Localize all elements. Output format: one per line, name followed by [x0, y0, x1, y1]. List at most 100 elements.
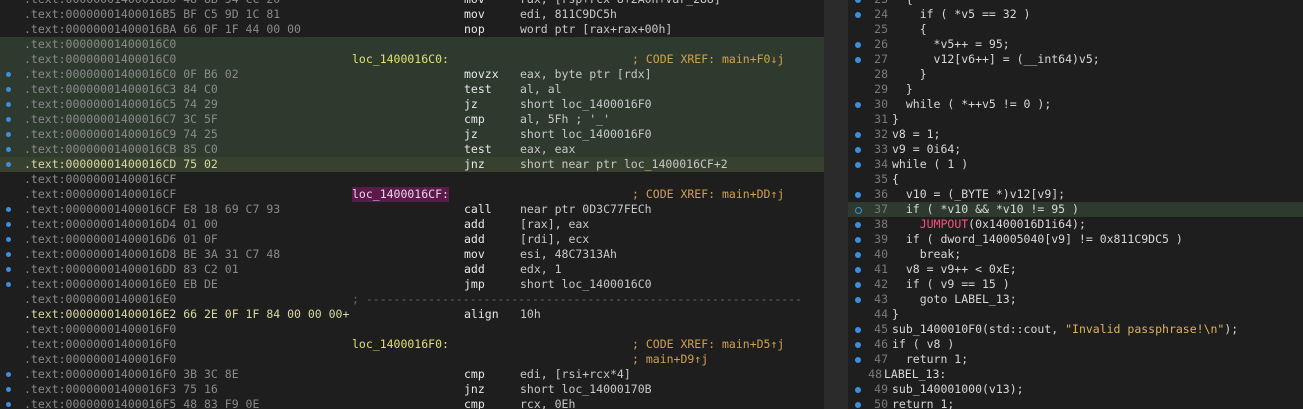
pseudocode-line[interactable]: 44}	[848, 307, 1303, 322]
operands[interactable]: [rax], eax	[520, 217, 589, 232]
mnemonic[interactable]: nop	[464, 22, 485, 37]
disasm-line[interactable]: .text:00000001400016C9 74 25 jz short loc_…	[0, 127, 824, 142]
mnemonic[interactable]: call	[464, 202, 492, 217]
mnemonic[interactable]: mov	[464, 7, 485, 22]
code-text[interactable]: if ( v9 == 15 )	[892, 277, 1010, 292]
mnemonic[interactable]: jmp	[464, 277, 485, 292]
pseudocode-line[interactable]: 47 return 1;	[848, 352, 1303, 367]
breakpoint-dot-icon[interactable]	[855, 162, 861, 168]
breakpoint-dot-icon[interactable]	[855, 102, 861, 108]
mnemonic[interactable]: jnz	[464, 382, 485, 397]
breakpoint-dot-icon[interactable]	[855, 267, 861, 273]
code-text[interactable]: {	[892, 22, 927, 37]
pseudocode-line[interactable]: 28 }	[848, 67, 1303, 82]
operands[interactable]: edi, 811C9DC5h	[520, 7, 617, 22]
pseudocode-line[interactable]: 45 sub_1400010F0(std::cout, "Invalid pass…	[848, 322, 1303, 337]
mnemonic[interactable]: jz	[464, 97, 478, 112]
operands[interactable]: 10h	[520, 307, 541, 322]
breakpoint-dot-icon[interactable]	[6, 372, 11, 377]
pseudocode-line[interactable]: 32 v8 = 1;	[848, 127, 1303, 142]
operands[interactable]: esi, 48C7313Ah	[520, 247, 617, 262]
breakpoint-dot-icon[interactable]	[855, 237, 861, 243]
breakpoint-dot-icon[interactable]	[855, 207, 862, 214]
pseudocode-line[interactable]: 23 {	[848, 0, 1303, 7]
code-text[interactable]: v8 = 1;	[892, 127, 940, 142]
pseudocode-line[interactable]: 39 if ( dword_140005040[v9] != 0x811C9DC…	[848, 232, 1303, 247]
pseudocode-view[interactable]: 23 {24 if ( *v5 == 32 )25 {26 *v5++ = 95…	[848, 0, 1303, 409]
mnemonic[interactable]: test	[464, 142, 492, 157]
operands[interactable]: edx, 1	[520, 262, 562, 277]
breakpoint-dot-icon[interactable]	[855, 192, 861, 198]
xref-comment[interactable]: ; CODE XREF: main+F0↓j	[632, 52, 784, 67]
code-text[interactable]: }	[892, 307, 899, 322]
pseudocode-line[interactable]: 33 v9 = 0i64;	[848, 142, 1303, 157]
breakpoint-dot-icon[interactable]	[855, 132, 861, 138]
xref-comment[interactable]: ; CODE XREF: main+D5↑j	[632, 337, 784, 352]
pseudocode-line[interactable]: 24 if ( *v5 == 32 )	[848, 7, 1303, 22]
disasm-line[interactable]: .text:00000001400016BA 66 0F 1F 44 00 00…	[0, 22, 824, 37]
operands[interactable]: rax, [rsp+rcx*8+2A0h+var_288]	[520, 0, 721, 7]
mnemonic[interactable]: movzx	[464, 67, 499, 82]
disasm-line[interactable]: .text:00000001400016CD 75 02 jnz short nea…	[0, 157, 824, 172]
mnemonic[interactable]: jnz	[464, 157, 485, 172]
operands[interactable]: short loc_1400016C0	[520, 277, 652, 292]
breakpoint-dot-icon[interactable]	[6, 162, 11, 167]
code-text[interactable]: {	[892, 0, 913, 7]
breakpoint-dot-icon[interactable]	[855, 57, 861, 63]
code-text[interactable]: sub_1400010F0(std::cout, "Invalid passph…	[892, 322, 1238, 337]
code-text[interactable]: *v5++ = 95;	[892, 37, 1010, 52]
pseudocode-line[interactable]: 43 goto LABEL_13;	[848, 292, 1303, 307]
disasm-line[interactable]: .text:00000001400016F0 loc_1400016F0: ; CO…	[0, 337, 824, 352]
breakpoint-dot-icon[interactable]	[855, 402, 861, 408]
breakpoint-dot-icon[interactable]	[6, 87, 11, 92]
mnemonic[interactable]: mov	[464, 247, 485, 262]
operands[interactable]: short loc_1400016F0	[520, 127, 652, 142]
breakpoint-dot-icon[interactable]	[6, 132, 11, 137]
pseudocode-line[interactable]: 34 while ( 1 )	[848, 157, 1303, 172]
code-text[interactable]: v10 = (_BYTE *)v12[v9];	[892, 187, 1065, 202]
pseudocode-line[interactable]: 50 return 1;	[848, 397, 1303, 409]
mnemonic[interactable]: jz	[464, 127, 478, 142]
disasm-line[interactable]: .text:00000001400016E2 66 2E 0F 1F 84 00…	[0, 307, 824, 322]
code-text[interactable]: goto LABEL_13;	[892, 292, 1017, 307]
pseudocode-line[interactable]: 46 if ( v8 )	[848, 337, 1303, 352]
disasm-line[interactable]: .text:00000001400016D8 BE 3A 31 C7 48 mov…	[0, 247, 824, 262]
mnemonic[interactable]: align	[464, 307, 499, 322]
breakpoint-dot-icon[interactable]	[6, 207, 11, 212]
code-label[interactable]: loc_1400016CF:	[352, 187, 449, 202]
operands[interactable]: short loc_1400016F0	[520, 97, 652, 112]
operands[interactable]: eax, eax	[520, 142, 575, 157]
breakpoint-dot-icon[interactable]	[855, 222, 861, 228]
breakpoint-dot-icon[interactable]	[855, 12, 861, 18]
operands[interactable]: rcx, 0Eh	[520, 397, 575, 409]
pseudocode-line[interactable]: 27 v12[v6++] = (__int64)v5;	[848, 52, 1303, 67]
breakpoint-dot-icon[interactable]	[6, 402, 11, 407]
code-text[interactable]: if ( v8 )	[892, 337, 954, 352]
disasm-line[interactable]: .text:00000001400016E0 EB DE jmp short loc…	[0, 277, 824, 292]
disasm-line[interactable]: .text:00000001400016F3 75 16 jnz short loc…	[0, 382, 824, 397]
disasm-line[interactable]: .text:00000001400016E0 ; ----------------…	[0, 292, 824, 307]
breakpoint-dot-icon[interactable]	[6, 147, 11, 152]
breakpoint-dot-icon[interactable]	[855, 252, 861, 258]
disasm-line[interactable]: .text:00000001400016C0	[0, 37, 824, 52]
code-text[interactable]: {	[892, 172, 899, 187]
disasm-line[interactable]: .text:00000001400016C5 74 29 jz short loc_…	[0, 97, 824, 112]
xref-comment[interactable]: ; CODE XREF: main+DD↑j	[632, 187, 784, 202]
operands[interactable]: [rdi], ecx	[520, 232, 589, 247]
disassembly-view[interactable]: .text:00000001400016B0 48 8B 54 CC 20 mov…	[0, 0, 824, 409]
breakpoint-dot-icon[interactable]	[6, 237, 11, 242]
mnemonic[interactable]: cmp	[464, 367, 485, 382]
disasm-line[interactable]: .text:00000001400016CF E8 18 69 C7 93 cal…	[0, 202, 824, 217]
operands[interactable]: short loc_14000170B	[520, 382, 652, 397]
disasm-line[interactable]: .text:00000001400016CF loc_1400016CF: ; CO…	[0, 187, 824, 202]
code-text[interactable]: v12[v6++] = (__int64)v5;	[892, 52, 1100, 67]
operands[interactable]: near ptr 0D3C77FECh	[520, 202, 652, 217]
pseudocode-line[interactable]: 49 sub_140001000(v13);	[848, 382, 1303, 397]
breakpoint-dot-icon[interactable]	[855, 282, 861, 288]
disasm-line[interactable]: .text:00000001400016D4 01 00 add [rax], ea…	[0, 217, 824, 232]
pseudocode-line[interactable]: 25 {	[848, 22, 1303, 37]
pseudocode-line[interactable]: 26 *v5++ = 95;	[848, 37, 1303, 52]
pane-splitter[interactable]	[824, 0, 848, 409]
breakpoint-dot-icon[interactable]	[6, 267, 11, 272]
breakpoint-dot-icon[interactable]	[6, 102, 11, 107]
